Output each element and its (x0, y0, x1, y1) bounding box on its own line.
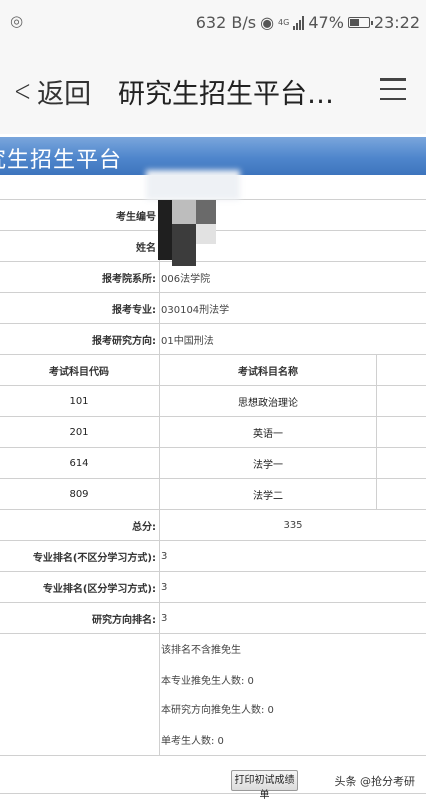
info-value: 01中国刑法 (159, 324, 426, 354)
subject-name: 法学二 (159, 479, 377, 509)
page-title: 研究生招生平台… (118, 79, 334, 110)
net-speed: 632 B/s (195, 13, 257, 32)
subject-extra (377, 386, 426, 416)
chevron-left-icon: < (13, 74, 32, 109)
info-row-direction: 报考研究方向: 01中国刑法 (0, 324, 426, 355)
ranking-label: 专业排名(区分学习方式): (42, 583, 156, 595)
network-type: 4G (278, 18, 290, 27)
redaction-mask (158, 200, 172, 260)
subject-code: 809 (69, 488, 89, 500)
total-value: 335 (159, 510, 426, 540)
ranking-value: 3 (159, 541, 426, 571)
redaction-mask (196, 200, 216, 224)
info-row-major: 报考专业: 030104刑法学 (0, 293, 426, 324)
subject-extra (377, 417, 426, 447)
notes-column: 该排名不含推免生 本专业推免生人数: 0 本研究方向推免生人数: 0 单考生人数… (159, 634, 426, 755)
table-row: 101 思想政治理论 (0, 386, 426, 417)
ranking-label: 专业排名(不区分学习方式): (32, 552, 156, 564)
column-header-name: 考试科目名称 (159, 355, 377, 385)
subject-extra (377, 448, 426, 478)
subject-code: 614 (69, 457, 89, 469)
total-score-row: 总分: 335 (0, 510, 426, 541)
table-row: 614 法学一 (0, 448, 426, 479)
ranking-row-direction: 研究方向排名: 3 (0, 603, 426, 634)
subject-code: 101 (69, 395, 89, 407)
eye-comfort-icon: ◉ (260, 13, 275, 32)
info-label: 姓名 (136, 242, 156, 254)
status-indicators: 632 B/s ◉ 4G 47% 23:22 (196, 13, 420, 32)
ranking-row-major-all: 专业排名(不区分学习方式): 3 (0, 541, 426, 572)
ranking-label: 研究方向排名: (92, 614, 156, 626)
redaction-mask (146, 170, 240, 200)
print-score-button[interactable]: 打印初试成绩单 (231, 770, 298, 800)
info-value: 006法学院 (159, 262, 426, 292)
redaction-mask (172, 200, 196, 224)
subject-extra (377, 479, 426, 509)
table-row: 809 法学二 (0, 479, 426, 510)
column-header-code: 考试科目代码 (49, 366, 109, 378)
hotspot-icon: ◎ (10, 12, 24, 30)
total-label: 总分: (132, 521, 156, 533)
ranking-row-major-mode: 专业排名(区分学习方式): 3 (0, 572, 426, 603)
signal-icon (293, 15, 305, 30)
note-line: 本专业推免生人数: 0 (161, 676, 254, 687)
subject-name: 思想政治理论 (159, 386, 377, 416)
note-line: 单考生人数: 0 (161, 736, 224, 747)
subject-code: 201 (69, 426, 89, 438)
subjects-header-row: 考试科目代码 考试科目名称 (0, 355, 426, 386)
info-value: 030104刑法学 (159, 293, 426, 323)
info-label: 报考院系所: (102, 273, 156, 285)
info-label: 考生编号 (116, 211, 156, 223)
redaction-mask (172, 224, 196, 266)
watermark: 头条 @抢分考研 (331, 772, 418, 790)
subject-name: 法学一 (159, 448, 377, 478)
ranking-value: 3 (159, 572, 426, 602)
back-label: 返回 (37, 79, 92, 110)
note-line: 本研究方向推免生人数: 0 (161, 705, 274, 716)
banner-title: 究生招生平台 (0, 148, 123, 173)
info-label: 报考专业: (112, 304, 156, 316)
status-bar: ◎ 632 B/s ◉ 4G 47% 23:22 (0, 0, 426, 48)
info-row-department: 报考院系所: 006法学院 (0, 262, 426, 293)
battery-icon (347, 17, 373, 28)
clock: 23:22 (373, 13, 420, 32)
column-header-blank (377, 355, 426, 385)
note-line: 该排名不含推免生 (161, 645, 241, 656)
ranking-notes: 该排名不含推免生 本专业推免生人数: 0 本研究方向推免生人数: 0 单考生人数… (0, 634, 426, 756)
menu-icon[interactable] (380, 78, 406, 100)
subject-name: 英语一 (159, 417, 377, 447)
ranking-value: 3 (159, 603, 426, 633)
info-label: 报考研究方向: (92, 335, 156, 347)
battery-percent: 47% (308, 13, 344, 32)
redaction-mask (196, 224, 216, 244)
score-table: 考生编号 姓名 报考院系所: 006法学院 报考专业: 030104刑法学 报考… (0, 199, 426, 756)
table-row: 201 英语一 (0, 417, 426, 448)
nav-bar: < 返回 研究生招生平台… (0, 48, 426, 134)
back-button[interactable]: < 返回 (10, 72, 91, 111)
